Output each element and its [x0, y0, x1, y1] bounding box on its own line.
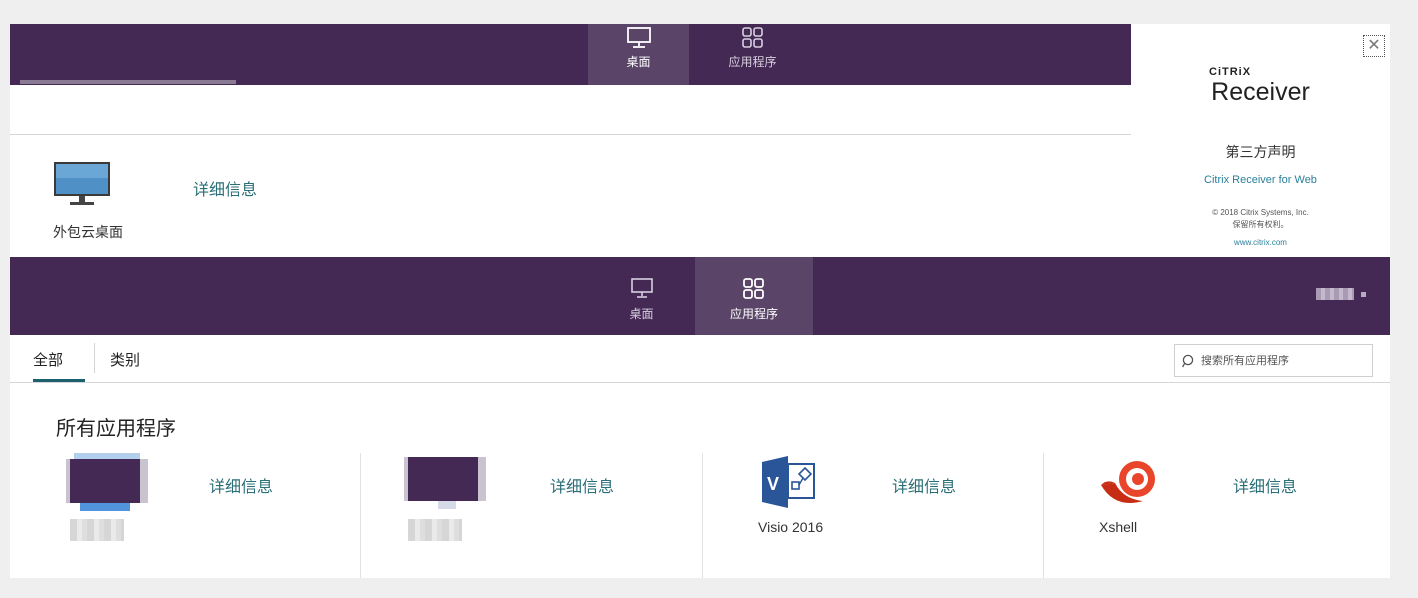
column-divider	[360, 453, 361, 578]
apps-panel: 桌面 应用程序 全部 类别 所有应用程序	[10, 257, 1390, 578]
blurred-app-icon[interactable]	[66, 453, 148, 518]
avatar	[1316, 288, 1354, 300]
app-name[interactable]: Visio 2016	[758, 519, 823, 535]
app-details-link[interactable]: 详细信息	[550, 473, 614, 497]
visio-icon[interactable]: V	[758, 454, 818, 515]
section-title: 所有应用程序	[56, 418, 176, 440]
header-bar: 桌面 应用程序	[10, 257, 1390, 335]
desktop-details-link[interactable]: 详细信息	[193, 176, 257, 200]
about-dialog: ✕ CiTRiX Receiver 第三方声明 Citrix Receiver …	[1131, 24, 1390, 257]
logo-placeholder-bar	[20, 80, 236, 84]
app-tile: 详细信息	[10, 453, 360, 578]
app-tile: 详细信息	[360, 453, 702, 578]
apps-grid-icon	[743, 278, 764, 299]
close-icon[interactable]: ✕	[1363, 35, 1385, 57]
receiver-web-link[interactable]: Citrix Receiver for Web	[1131, 174, 1390, 186]
app-tile: Xshell 详细信息	[1043, 453, 1390, 578]
app-name-redacted	[70, 519, 124, 541]
tab-desktops[interactable]: 桌面	[588, 257, 695, 335]
column-divider	[1043, 453, 1044, 578]
apps-grid-icon	[741, 27, 763, 48]
tab-apps[interactable]: 应用程序	[689, 24, 816, 85]
column-divider	[702, 453, 703, 578]
citrix-logo: CiTRiX	[1209, 66, 1252, 78]
filter-bar: 全部 类别	[10, 335, 1390, 383]
app-details-link[interactable]: 详细信息	[1233, 473, 1297, 497]
divider	[10, 134, 1132, 135]
app-details-link[interactable]: 详细信息	[209, 473, 273, 497]
search-box[interactable]	[1174, 344, 1373, 377]
tab-desktops-label: 桌面	[629, 307, 654, 321]
copyright-text: © 2018 Citrix Systems, Inc.	[1212, 208, 1309, 217]
desktop-icon	[630, 278, 653, 298]
tab-desktops[interactable]: 桌面	[588, 24, 689, 85]
tab-apps[interactable]: 应用程序	[695, 257, 813, 335]
app-name[interactable]: Xshell	[1099, 519, 1137, 535]
citrix-url-link[interactable]: www.citrix.com	[1131, 238, 1390, 247]
desktop-panel: 桌面 应用程序 外包云桌面 详细信息 ✕ CiTRiX Receiver 第三方…	[10, 24, 1390, 257]
monitor-icon	[54, 162, 110, 205]
tab-apps-label: 应用程序	[728, 55, 777, 69]
user-menu[interactable]	[1316, 288, 1366, 300]
product-title: Receiver	[1211, 78, 1310, 106]
desktop-icon	[626, 27, 651, 48]
third-party-notices-label: 第三方声明	[1225, 144, 1296, 160]
user-menu-indicator	[1361, 291, 1366, 297]
search-icon	[1182, 354, 1194, 367]
filter-categories[interactable]: 类别	[110, 349, 140, 370]
search-input[interactable]	[1201, 354, 1361, 367]
xshell-icon[interactable]	[1097, 457, 1161, 514]
app-tile: V Visio 2016 详细信息	[702, 453, 1043, 578]
filter-all[interactable]: 全部	[33, 349, 63, 370]
app-details-link[interactable]: 详细信息	[892, 473, 956, 497]
blurred-app-icon[interactable]	[404, 453, 486, 520]
svg-text:V: V	[767, 474, 779, 494]
tab-apps-label: 应用程序	[729, 307, 778, 321]
tab-desktops-label: 桌面	[626, 55, 651, 69]
desktop-name[interactable]: 外包云桌面	[53, 222, 123, 242]
desktop-tile-icon[interactable]	[52, 160, 112, 213]
divider	[94, 343, 95, 373]
app-name-redacted	[408, 519, 462, 541]
active-filter-indicator	[33, 379, 85, 382]
rights-text: 保留所有权利。	[1232, 220, 1289, 229]
